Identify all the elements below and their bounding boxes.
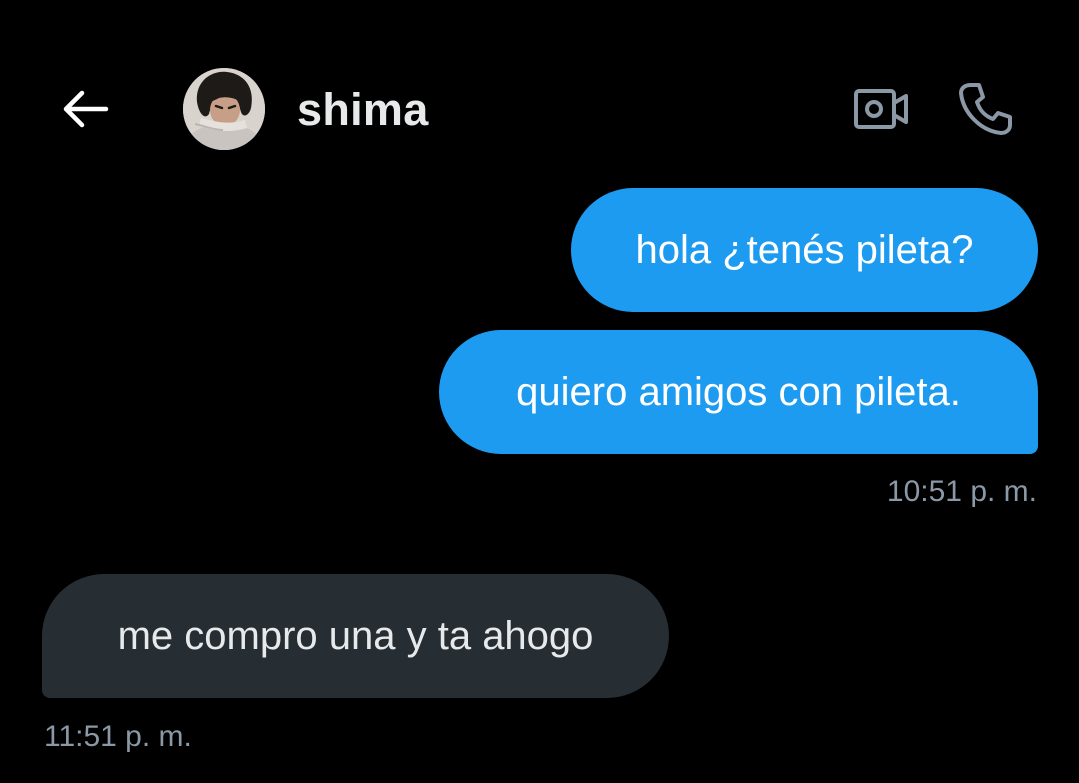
contact-name[interactable]: shima bbox=[297, 84, 429, 136]
back-button[interactable] bbox=[56, 82, 114, 136]
avatar-image bbox=[183, 68, 265, 150]
conversation-header: shima bbox=[0, 0, 1079, 170]
phone-icon bbox=[959, 83, 1012, 135]
message-text: hola ¿tenés pileta? bbox=[635, 227, 974, 272]
arrow-left-icon bbox=[63, 90, 109, 128]
message-text: quiero amigos con pileta. bbox=[516, 369, 961, 414]
avatar[interactable] bbox=[183, 68, 265, 150]
message-timestamp: 10:51 p. m. bbox=[886, 475, 1037, 508]
message-timestamp: 11:51 p. m. bbox=[44, 720, 192, 753]
message-bubble-sent[interactable]: quiero amigos con pileta. bbox=[439, 330, 1038, 454]
message-text: me compro una y ta ahogo bbox=[117, 613, 594, 658]
video-call-button[interactable] bbox=[850, 82, 912, 136]
message-bubble-received[interactable]: me compro una y ta ahogo bbox=[42, 574, 669, 698]
voice-call-button[interactable] bbox=[952, 78, 1018, 140]
video-camera-icon bbox=[854, 89, 908, 129]
message-bubble-sent[interactable]: hola ¿tenés pileta? bbox=[571, 188, 1038, 312]
